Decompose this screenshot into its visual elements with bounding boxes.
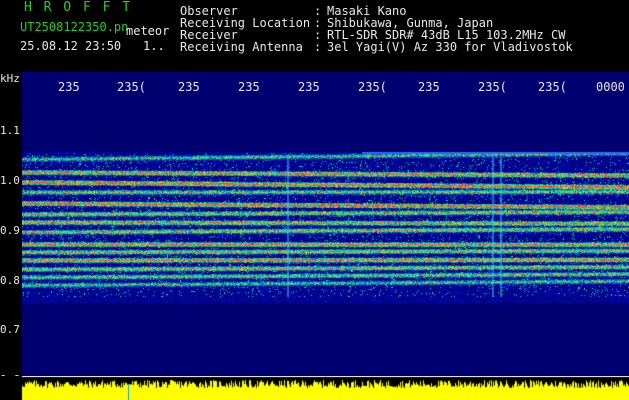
hrofft-logo: H R O F F T xyxy=(24,0,133,15)
time-tick: 235( xyxy=(117,80,146,94)
antenna-value: 3el Yagi(V) Az 330 for Vladivostok xyxy=(327,40,573,54)
small-label: 1.. xyxy=(143,39,165,53)
time-tick: 235 xyxy=(298,80,320,94)
spectrogram xyxy=(22,72,629,379)
time-tick: 235 xyxy=(58,80,80,94)
y-tick: 0.7 xyxy=(0,323,20,336)
time-tick: 235( xyxy=(358,80,387,94)
signal-level-graph xyxy=(0,376,629,400)
unit-label: kHz xyxy=(0,72,20,85)
time-tick: 235 xyxy=(238,80,260,94)
time-tick: 235 xyxy=(418,80,440,94)
time-tick: 0000 xyxy=(596,80,625,94)
y-tick: 0.8 xyxy=(0,274,20,287)
datetime-label: 25.08.12 23:50 xyxy=(20,39,122,53)
time-tick: 235( xyxy=(538,80,567,94)
header-panel: H R O F F T UT2508122350.pn meteor 25.08… xyxy=(0,0,629,56)
antenna-sep: : xyxy=(314,40,322,54)
y-tick: 0.9 xyxy=(0,224,20,237)
time-tick: 235 xyxy=(178,80,200,94)
y-tick: 1.1 xyxy=(0,124,20,137)
mode-label: meteor xyxy=(126,24,170,38)
filename-label: UT2508122350.pn xyxy=(20,20,129,34)
antenna-label: Receiving Antenna xyxy=(180,40,303,54)
y-tick: 1.0 xyxy=(0,174,20,187)
time-tick: 235( xyxy=(478,80,507,94)
